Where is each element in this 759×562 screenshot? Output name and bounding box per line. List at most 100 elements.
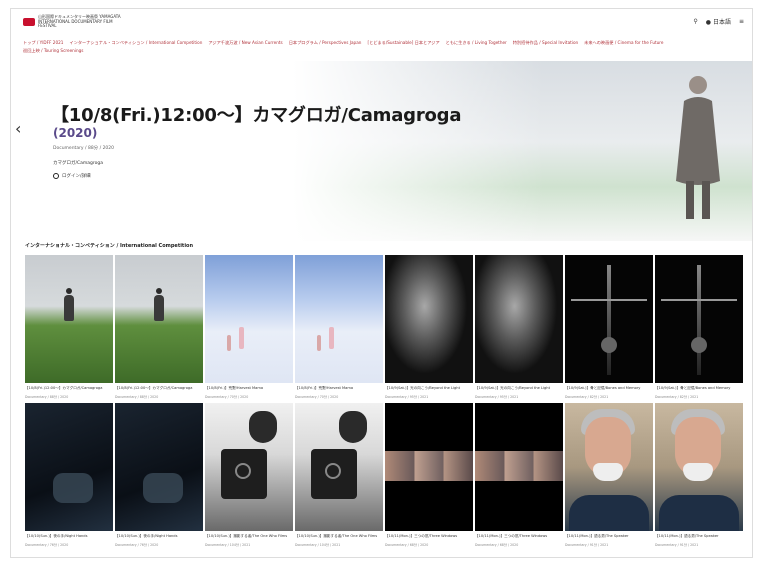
film-strip [385, 451, 473, 481]
film-title[interactable]: 【10/8(Fri.)12:00〜】カマグロガ/Camagroga [25, 386, 113, 395]
beard-shape [683, 463, 713, 481]
film-card[interactable]: 【10/9(Sat.)】骨と記憶/Bones and Memory Documen… [565, 255, 653, 399]
xray-blob [691, 337, 707, 353]
film-card[interactable]: 【10/10(Sun.)】撮影する者/The One Who Films Docu… [295, 403, 383, 547]
film-card[interactable]: 【10/8(Fri.)】荒野/Harvest Mama Documentary /… [205, 255, 293, 399]
logo-text: 山形国際ドキュメンタリー映画祭 YAMAGATA INTERNATIONAL D… [38, 14, 121, 28]
nav-item[interactable]: インターナショナル・コンペティション / International Compe… [69, 40, 202, 45]
film-thumbnail[interactable] [205, 255, 293, 383]
film-title[interactable]: 【10/11(Mon.)】三つの窓/Three Windows [385, 534, 473, 543]
film-thumbnail[interactable] [475, 255, 563, 383]
nav-item[interactable]: アジア千波万波 / New Asian Currents [208, 40, 282, 45]
section-title: インターナショナル・コンペティション / International Compe… [25, 243, 194, 249]
film-title[interactable]: 【10/9(Sat.)】光の向こう/Beyond the Light [385, 386, 473, 395]
film-card[interactable]: 【10/10(Sun.)】夜の手/Night Hands Documentary … [25, 403, 113, 547]
film-thumbnail[interactable] [295, 403, 383, 531]
beard-shape [593, 463, 623, 481]
hero-carousel: ‹ 【10/8(Fri.)12:00〜】カマグロガ/Camagroga (202… [11, 61, 752, 279]
nav-item[interactable]: 特別招待作品 / Special Invitation [513, 40, 578, 45]
film-title[interactable]: 【10/11(Mon.)】語る男/The Speaker [565, 534, 653, 543]
xray-arm [571, 299, 647, 301]
nav-item[interactable]: 未来への映画便 / Cinema for the Future [584, 40, 663, 45]
film-meta: Documentary / 68分 / 2020 [385, 543, 429, 547]
film-meta: Documentary / 82分 / 2021 [565, 395, 609, 399]
film-card[interactable]: 【10/8(Fri.)】荒野/Harvest Mama Documentary /… [295, 255, 383, 399]
film-title[interactable]: 【10/9(Sat.)】骨と記憶/Bones and Memory [565, 386, 653, 395]
film-meta: Documentary / 76分 / 2020 [115, 543, 159, 547]
film-thumbnail[interactable] [25, 255, 113, 383]
film-thumbnail[interactable] [115, 255, 203, 383]
film-meta: Documentary / 82分 / 2021 [655, 395, 699, 399]
film-card[interactable]: 【10/11(Mon.)】三つの窓/Three Windows Documenta… [385, 403, 473, 547]
nav-item[interactable]: トップ / YIDFF 2021 [23, 40, 63, 45]
nav-item[interactable]: [とどまる/Sustainable] 日本とアジア [367, 40, 439, 45]
hero-year: (2020) [53, 126, 98, 140]
hand-shape [53, 473, 93, 503]
nav-item[interactable]: ともに生きる / Living Together [446, 40, 507, 45]
language-switch[interactable]: ● 日本語 [706, 17, 731, 26]
film-title[interactable]: 【10/11(Mon.)】三つの窓/Three Windows [475, 534, 563, 543]
film-title[interactable]: 【10/9(Sat.)】骨と記憶/Bones and Memory [655, 386, 743, 395]
film-title[interactable]: 【10/10(Sun.)】撮影する者/The One Who Films [205, 534, 293, 543]
film-title[interactable]: 【10/8(Fri.)12:00〜】カマグロガ/Camagroga [115, 386, 203, 395]
film-card[interactable]: 【10/8(Fri.)12:00〜】カマグロガ/Camagroga Documen… [25, 255, 113, 399]
film-thumbnail[interactable] [295, 255, 383, 383]
film-title[interactable]: 【10/11(Mon.)】語る男/The Speaker [655, 534, 743, 543]
film-meta: Documentary / 68分 / 2020 [475, 543, 519, 547]
film-meta: Documentary / 70分 / 2020 [295, 395, 339, 399]
menu-icon[interactable]: ≡ [739, 18, 744, 25]
film-meta: Documentary / 70分 / 2020 [205, 395, 249, 399]
figure [239, 327, 244, 349]
film-card[interactable]: 【10/9(Sat.)】光の向こう/Beyond the Light Docume… [475, 255, 563, 399]
film-thumbnail[interactable] [655, 255, 743, 383]
header-actions: ⚲ ● 日本語 ≡ [693, 17, 744, 26]
xray-spine [607, 265, 611, 375]
film-thumbnail[interactable] [565, 255, 653, 383]
head-shape [339, 411, 367, 443]
film-grid: 【10/8(Fri.)12:00〜】カマグロガ/Camagroga Documen… [25, 255, 749, 551]
nav-item[interactable]: 巡回上映 / Touring Screenings [23, 48, 83, 53]
hero-cta-label: ログイン/詳細 [62, 174, 91, 179]
film-card[interactable]: 【10/9(Sat.)】骨と記憶/Bones and Memory Documen… [655, 255, 743, 399]
film-thumbnail[interactable] [115, 403, 203, 531]
figure [64, 288, 74, 321]
film-card[interactable]: 【10/9(Sat.)】光の向こう/Beyond the Light Docume… [385, 255, 473, 399]
hero-meta: Documentary / 88分 / 2020 [53, 146, 115, 151]
film-card[interactable]: 【10/11(Mon.)】語る男/The Speaker Documentary … [565, 403, 653, 547]
film-thumbnail[interactable] [475, 403, 563, 531]
film-thumbnail[interactable] [205, 403, 293, 531]
film-thumbnail[interactable] [25, 403, 113, 531]
film-thumbnail[interactable] [385, 255, 473, 383]
hero-detail-link[interactable]: ログイン/詳細 [53, 173, 91, 179]
film-meta: Documentary / 88分 / 2020 [25, 395, 69, 399]
film-title[interactable]: 【10/10(Sun.)】撮影する者/The One Who Films [295, 534, 383, 543]
film-card[interactable]: 【10/11(Mon.)】三つの窓/Three Windows Documenta… [475, 403, 563, 547]
site-logo[interactable]: 山形国際ドキュメンタリー映画祭 YAMAGATA INTERNATIONAL D… [23, 14, 128, 29]
xray-blob [601, 337, 617, 353]
film-title[interactable]: 【10/8(Fri.)】荒野/Harvest Mama [295, 386, 383, 395]
prev-slide-arrow-icon[interactable]: ‹ [15, 119, 21, 138]
film-card[interactable]: 【10/11(Mon.)】語る男/The Speaker Documentary … [655, 403, 743, 547]
film-card[interactable]: 【10/8(Fri.)12:00〜】カマグロガ/Camagroga Documen… [115, 255, 203, 399]
film-title[interactable]: 【10/10(Sun.)】夜の手/Night Hands [115, 534, 203, 543]
circle-icon [53, 173, 59, 179]
figure [329, 327, 334, 349]
film-title[interactable]: 【10/8(Fri.)】荒野/Harvest Mama [205, 386, 293, 395]
search-icon[interactable]: ⚲ [693, 18, 697, 25]
film-card[interactable]: 【10/10(Sun.)】夜の手/Night Hands Documentary … [115, 403, 203, 547]
film-thumbnail[interactable] [655, 403, 743, 531]
film-meta: Documentary / 91分 / 2021 [655, 543, 699, 547]
xray-arm [661, 299, 737, 301]
globe-icon: ● [705, 19, 712, 26]
film-card[interactable]: 【10/10(Sun.)】撮影する者/The One Who Films Docu… [205, 403, 293, 547]
nav-item[interactable]: 日本プログラム / Perspectives Japan [289, 40, 362, 45]
film-title[interactable]: 【10/9(Sat.)】光の向こう/Beyond the Light [475, 386, 563, 395]
head-shape [249, 411, 277, 443]
hero-title[interactable]: 【10/8(Fri.)12:00〜】カマグロガ/Camagroga [51, 101, 462, 127]
film-thumbnail[interactable] [385, 403, 473, 531]
film-meta: Documentary / 76分 / 2020 [25, 543, 69, 547]
film-strip [475, 451, 563, 481]
film-thumbnail[interactable] [565, 403, 653, 531]
film-row: 【10/10(Sun.)】夜の手/Night Hands Documentary … [25, 403, 749, 547]
film-title[interactable]: 【10/10(Sun.)】夜の手/Night Hands [25, 534, 113, 543]
